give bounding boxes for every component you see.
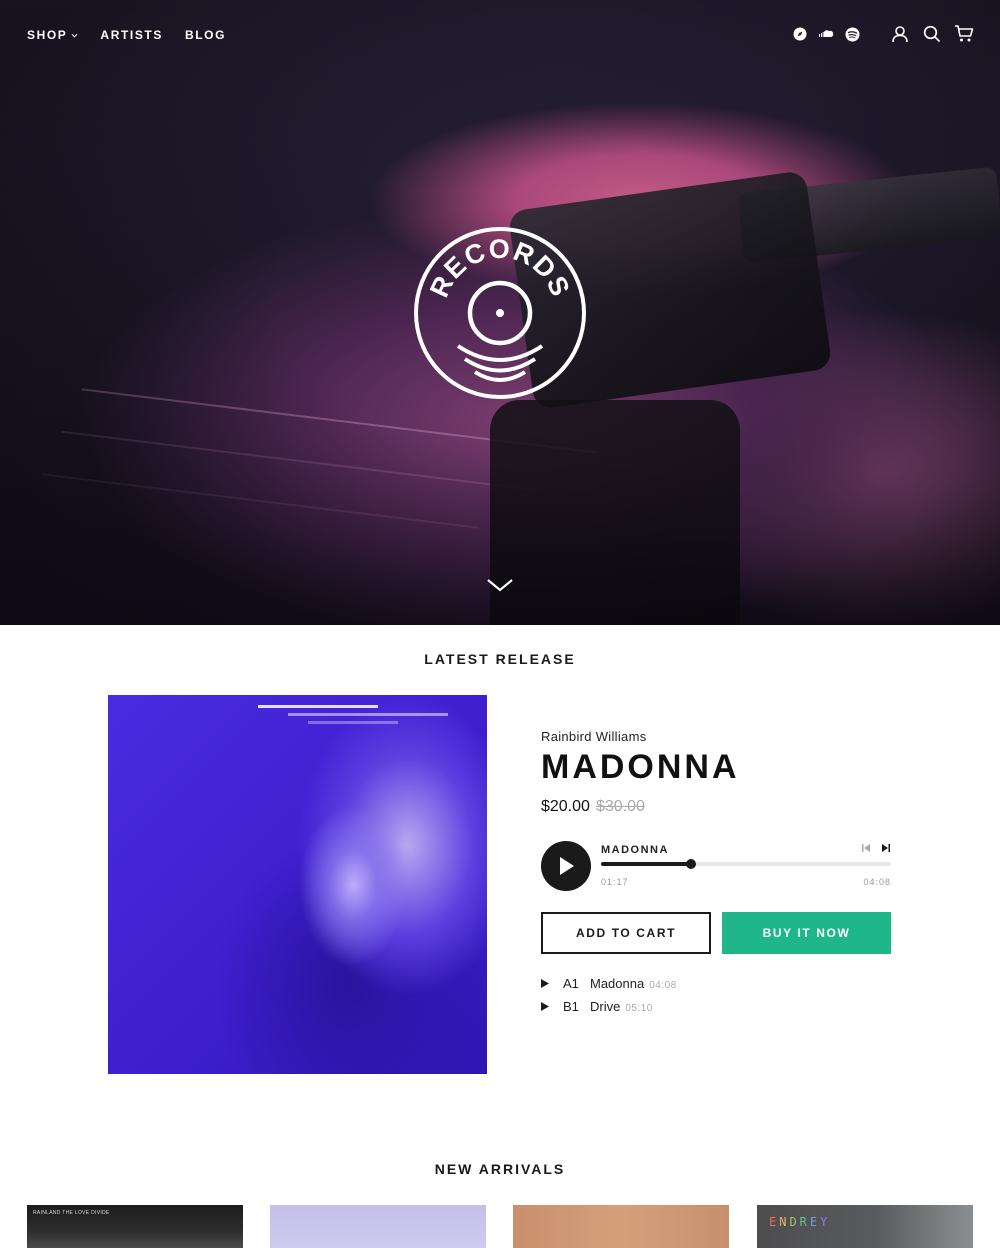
previous-track-icon[interactable] [861,843,871,853]
current-time: 01:17 [601,877,629,887]
search-icon[interactable] [922,24,942,44]
progress-fill [601,862,691,866]
track-duration: 05:10 [625,1003,653,1014]
nav-blog[interactable]: BLOG [185,28,226,42]
compare-price: $30.00 [595,798,645,815]
account-search-cart [890,24,974,44]
track-row[interactable]: B1 Drive 05:10 [541,999,677,1022]
play-track-icon [541,1002,550,1011]
cover-scratch [258,705,378,708]
product-tile[interactable]: RAINLAND THE LOVE DIVIDE [27,1205,243,1248]
track-side: B1 [563,999,579,1014]
player-track-name: MADONNA [601,844,669,856]
track-side: A1 [563,976,579,991]
soundcloud-icon[interactable] [818,26,834,42]
play-track-icon [541,979,550,988]
cover-portrait [258,755,448,1055]
track-duration: 04:08 [863,877,891,887]
tile-caption: RAINLAND THE LOVE DIVIDE [33,1210,110,1216]
cover-letter-pattern [138,695,487,696]
svg-text:RECORDS: RECORDS [424,234,576,302]
logo-text: RECORDS [424,234,575,302]
release-price: $20.00 $30.00 [541,798,645,816]
track-row[interactable]: A1 Madonna 04:08 [541,976,677,999]
hero-banner: SHOP ARTISTS BLOG RECORDS [0,0,1000,625]
account-icon[interactable] [890,24,910,44]
tile-caption: ENDREY [769,1215,830,1229]
cover-scratch [288,713,448,716]
spotify-icon[interactable] [844,26,860,42]
progress-knob[interactable] [685,859,696,869]
album-cover[interactable] [108,695,487,1074]
add-to-cart-button[interactable]: ADD TO CART [541,912,711,954]
release-artist[interactable]: Rainbird Williams [541,729,647,744]
product-tile[interactable]: ENDREY [757,1205,973,1248]
progress-bar[interactable] [601,859,891,869]
product-tile[interactable] [513,1205,729,1248]
product-tile[interactable] [270,1205,486,1248]
tracklist: A1 Madonna 04:08 B1 Drive 05:10 [541,976,677,1022]
sale-price: $20.00 [541,798,590,815]
next-track-icon[interactable] [881,843,891,853]
buy-now-button[interactable]: BUY IT NOW [722,912,891,954]
compass-icon[interactable] [792,26,808,42]
cover-scratch [308,721,398,724]
tile-caption-text: ENDREY [769,1215,831,1229]
scroll-down-icon[interactable] [486,575,514,595]
nav-shop[interactable]: SHOP [27,28,78,42]
play-button[interactable] [541,841,591,891]
track-name: Madonna [590,976,645,991]
social-links [792,26,860,42]
records-logo[interactable]: RECORDS [413,226,587,400]
latest-release-heading: LATEST RELEASE [424,651,576,667]
player-controls [861,843,891,853]
track-duration: 04:08 [649,980,677,991]
nav-artists[interactable]: ARTISTS [100,28,163,42]
play-icon [560,857,574,875]
main-nav: SHOP ARTISTS BLOG [27,28,248,42]
chevron-down-icon [71,33,78,38]
header-utilities [792,24,974,44]
track-name: Drive [590,999,621,1014]
release-title[interactable]: MADONNA [541,748,740,787]
audio-player: MADONNA 01:17 04:08 [541,840,891,892]
nav-shop-label: SHOP [27,28,68,42]
new-arrivals-heading: NEW ARRIVALS [434,1161,566,1177]
cart-icon[interactable] [954,24,974,44]
